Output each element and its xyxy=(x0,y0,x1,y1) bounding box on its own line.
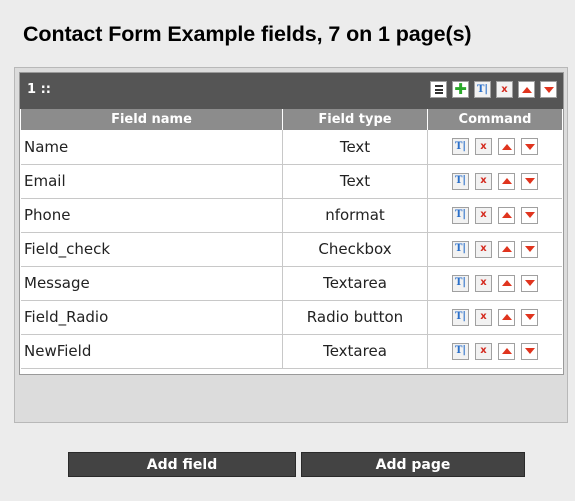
table-row: NewField Textarea T| x xyxy=(21,334,562,369)
field-type-cell: Textarea xyxy=(282,334,428,369)
column-header-field-name: Field name xyxy=(21,109,283,130)
plus-icon[interactable]: ✚ xyxy=(452,81,469,98)
move-down-icon[interactable] xyxy=(521,240,538,258)
table-row: Email Text T| x xyxy=(21,164,562,199)
field-name-cell: Email xyxy=(21,164,283,199)
move-up-icon[interactable] xyxy=(518,81,535,98)
field-name-cell: Message xyxy=(21,266,283,301)
edit-icon[interactable]: T| xyxy=(452,240,469,258)
command-cell: T| x xyxy=(427,130,562,165)
table-row: Name Text T| x xyxy=(21,130,562,165)
delete-icon[interactable]: x xyxy=(475,138,492,156)
page-block: 1 :: ✚ T| x Field name Field type Comman… xyxy=(19,72,564,375)
move-up-icon[interactable] xyxy=(498,274,515,292)
field-type-cell: Text xyxy=(282,164,428,199)
move-down-icon[interactable] xyxy=(521,138,538,156)
field-name-cell: Field_Radio xyxy=(21,300,283,335)
move-down-icon[interactable] xyxy=(521,206,538,224)
add-field-button[interactable]: Add field xyxy=(68,452,296,477)
move-down-icon[interactable] xyxy=(521,172,538,190)
move-down-icon[interactable] xyxy=(521,308,538,326)
edit-icon[interactable]: T| xyxy=(474,81,491,98)
field-type-cell: Radio button xyxy=(282,300,428,335)
field-name-cell: NewField xyxy=(21,334,283,369)
command-cell: T| x xyxy=(427,300,562,335)
delete-icon[interactable]: x xyxy=(475,206,492,224)
list-icon[interactable] xyxy=(430,81,447,98)
table-row: Message Textarea T| x xyxy=(21,266,562,301)
delete-icon[interactable]: x xyxy=(475,172,492,190)
field-type-cell: Textarea xyxy=(282,266,428,301)
field-type-cell: Text xyxy=(282,130,428,165)
delete-icon[interactable]: x xyxy=(475,308,492,326)
delete-icon[interactable]: x xyxy=(496,81,513,98)
delete-icon[interactable]: x xyxy=(475,342,492,360)
move-down-icon[interactable] xyxy=(540,81,557,98)
page-title: Contact Form Example fields, 7 on 1 page… xyxy=(23,22,472,46)
field-name-cell: Phone xyxy=(21,198,283,233)
page-label: 1 :: xyxy=(27,82,51,97)
table-row: Phone nformat T| x xyxy=(21,198,562,233)
column-header-command: Command xyxy=(427,109,562,130)
command-cell: T| x xyxy=(427,164,562,199)
command-cell: T| x xyxy=(427,232,562,267)
field-type-cell: nformat xyxy=(282,198,428,233)
edit-icon[interactable]: T| xyxy=(452,206,469,224)
move-up-icon[interactable] xyxy=(498,138,515,156)
move-up-icon[interactable] xyxy=(498,206,515,224)
table-row: Field_check Checkbox T| x xyxy=(21,232,562,267)
field-type-cell: Checkbox xyxy=(282,232,428,267)
move-down-icon[interactable] xyxy=(521,274,538,292)
move-up-icon[interactable] xyxy=(498,342,515,360)
field-name-cell: Field_check xyxy=(21,232,283,267)
command-cell: T| x xyxy=(427,266,562,301)
field-name-cell: Name xyxy=(21,130,283,165)
move-up-icon[interactable] xyxy=(498,240,515,258)
edit-icon[interactable]: T| xyxy=(452,138,469,156)
table-row: Field_Radio Radio button T| x xyxy=(21,300,562,335)
edit-icon[interactable]: T| xyxy=(452,274,469,292)
command-cell: T| x xyxy=(427,198,562,233)
edit-icon[interactable]: T| xyxy=(452,308,469,326)
fields-table: Field name Field type Command Name Text T|… xyxy=(21,109,562,369)
delete-icon[interactable]: x xyxy=(475,240,492,258)
move-up-icon[interactable] xyxy=(498,172,515,190)
add-page-button[interactable]: Add page xyxy=(301,452,525,477)
move-up-icon[interactable] xyxy=(498,308,515,326)
column-header-field-type: Field type xyxy=(282,109,428,130)
edit-icon[interactable]: T| xyxy=(452,342,469,360)
page-header: 1 :: ✚ T| x xyxy=(20,73,563,109)
command-cell: T| x xyxy=(427,334,562,369)
move-down-icon[interactable] xyxy=(521,342,538,360)
edit-icon[interactable]: T| xyxy=(452,172,469,190)
delete-icon[interactable]: x xyxy=(475,274,492,292)
